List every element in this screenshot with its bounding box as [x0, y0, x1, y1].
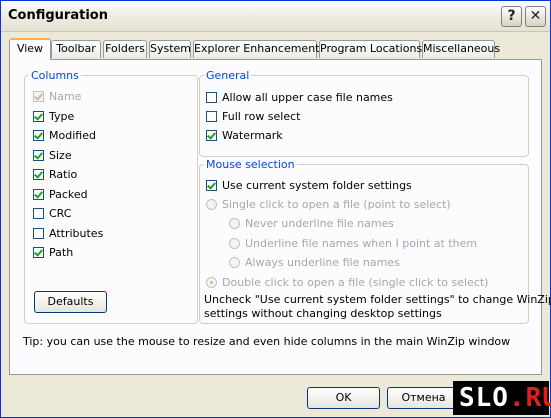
logo-text: SLO.RU	[459, 383, 551, 413]
checkbox-label[interactable]: CRC	[49, 207, 71, 220]
tab-system[interactable]: System	[149, 40, 191, 58]
checkbox-label[interactable]: Attributes	[49, 227, 103, 240]
full-row-select-checkbox[interactable]: Full row select	[206, 108, 301, 124]
checkbox-label: Name	[49, 89, 82, 103]
checkbox-label[interactable]: Allow all upper case file names	[222, 91, 393, 104]
column-crc-checkbox[interactable]: CRC	[33, 205, 71, 221]
column-ratio-checkbox[interactable]: Ratio	[33, 166, 77, 182]
note-line-2: settings without changing desktop settin…	[204, 307, 442, 320]
radio-label: Underline file names when I point at the…	[245, 236, 478, 250]
checkbox-box[interactable]	[206, 110, 217, 122]
column-type-checkbox[interactable]: Type	[33, 108, 74, 124]
radio-circle	[206, 276, 217, 288]
radio-circle	[229, 256, 240, 268]
always-underline-radio: Always underline file names	[229, 254, 400, 270]
checkbox-box[interactable]	[33, 188, 44, 200]
underline-on-point-radio: Underline file names when I point at the…	[229, 235, 477, 251]
checkbox-label[interactable]: Ratio	[49, 168, 77, 181]
logo-part-1: SLO	[459, 383, 509, 413]
help-button[interactable]: ?	[501, 6, 522, 27]
column-name-checkbox: Name	[33, 88, 81, 104]
note-line-1: Uncheck "Use current system folder setti…	[204, 293, 551, 306]
column-packed-checkbox[interactable]: Packed	[33, 186, 88, 202]
radio-label: Double click to open a file (single clic…	[222, 275, 489, 289]
checkbox-box[interactable]	[206, 91, 217, 103]
tab-folders[interactable]: Folders	[103, 40, 147, 58]
tab-miscellaneous[interactable]: Miscellaneous	[422, 40, 500, 58]
checkbox-label[interactable]: Size	[49, 149, 72, 162]
checkbox-box[interactable]	[206, 179, 217, 191]
logo-part-2: .RU	[508, 383, 551, 413]
double-click-radio: Double click to open a file (single clic…	[206, 274, 488, 290]
view-tab-panel: Columns Name Type Modified Size Ratio Pa…	[9, 59, 542, 375]
radio-label: Single click to open a file (point to se…	[222, 197, 451, 211]
general-legend: General	[206, 69, 250, 82]
checkbox-box[interactable]	[33, 168, 44, 180]
checkbox-box[interactable]	[33, 110, 44, 122]
checkbox-box[interactable]	[206, 129, 217, 141]
tip-text: Tip: you can use the mouse to resize and…	[23, 335, 511, 348]
radio-circle	[206, 198, 217, 210]
tab-program-locations[interactable]: Program Locations	[319, 40, 422, 58]
radio-circle	[229, 217, 240, 229]
tab-explorer-enhancements[interactable]: Explorer Enhancements	[193, 40, 325, 58]
cancel-button[interactable]: Отмена	[387, 387, 460, 409]
checkbox-box[interactable]	[33, 129, 44, 141]
tab-toolbar[interactable]: Toolbar	[51, 40, 101, 58]
mouse-selection-legend: Mouse selection	[206, 158, 295, 171]
window-title: Configuration	[8, 8, 108, 23]
columns-legend: Columns	[31, 69, 79, 82]
defaults-button[interactable]: Defaults	[34, 291, 107, 313]
tab-view[interactable]: View	[9, 38, 51, 60]
title-bar[interactable]: Configuration ? ✕	[1, 1, 550, 32]
never-underline-radio: Never underline file names	[229, 215, 394, 231]
checkbox-label[interactable]: Full row select	[222, 110, 301, 123]
close-button[interactable]: ✕	[525, 6, 546, 27]
checkbox-label[interactable]: Type	[49, 110, 74, 123]
checkbox-box[interactable]	[33, 246, 44, 258]
radio-circle	[229, 237, 240, 249]
checkbox-label[interactable]: Modified	[49, 129, 96, 142]
watermark-checkbox[interactable]: Watermark	[206, 127, 283, 143]
mouse-settings-note: Uncheck "Use current system folder setti…	[204, 293, 551, 321]
checkbox-box[interactable]	[33, 227, 44, 239]
column-attributes-checkbox[interactable]: Attributes	[33, 225, 103, 241]
site-watermark-logo: SLO.RU	[453, 381, 551, 415]
checkbox-box[interactable]	[33, 207, 44, 219]
column-size-checkbox[interactable]: Size	[33, 147, 72, 163]
radio-label: Never underline file names	[245, 216, 395, 230]
checkbox-label[interactable]: Use current system folder settings	[222, 179, 412, 192]
checkbox-box[interactable]	[33, 149, 44, 161]
checkbox-label[interactable]: Packed	[49, 188, 88, 201]
single-click-radio: Single click to open a file (point to se…	[206, 196, 451, 212]
checkbox-box	[33, 90, 44, 102]
ok-button[interactable]: OK	[307, 387, 380, 409]
checkbox-label[interactable]: Watermark	[222, 129, 283, 142]
column-modified-checkbox[interactable]: Modified	[33, 127, 96, 143]
allow-upper-case-checkbox[interactable]: Allow all upper case file names	[206, 89, 393, 105]
column-path-checkbox[interactable]: Path	[33, 244, 73, 260]
use-system-folder-settings-checkbox[interactable]: Use current system folder settings	[206, 177, 412, 193]
configuration-dialog: Configuration ? ✕ View Toolbar Folders S…	[0, 0, 551, 418]
radio-label: Always underline file names	[245, 255, 400, 269]
checkbox-label[interactable]: Path	[49, 246, 73, 259]
